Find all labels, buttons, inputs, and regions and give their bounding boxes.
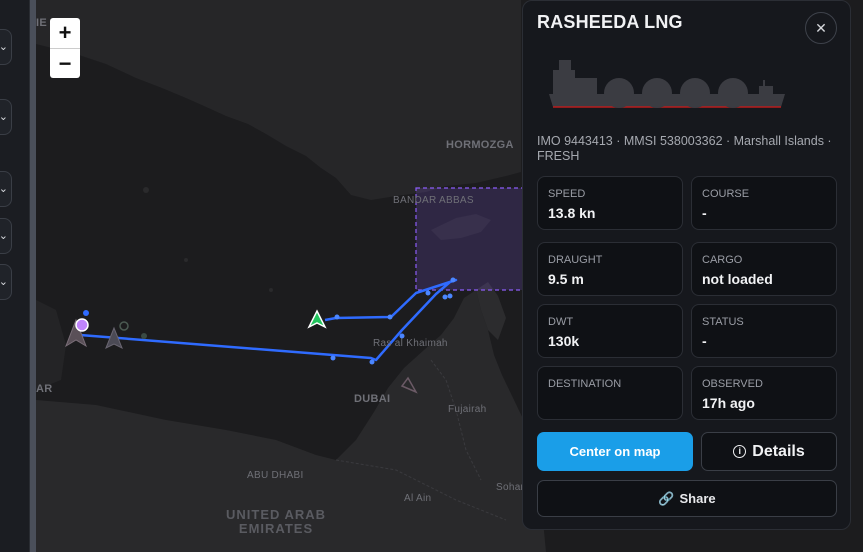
map-label-fujairah: Fujairah [448, 404, 487, 415]
field-card-course: COURSE - [691, 176, 837, 230]
island [184, 258, 188, 262]
field-label: SPEED [548, 188, 586, 200]
vessel-info-panel: RASHEEDA LNG ✕ IMO 9443413 · MMSI 538003… [522, 0, 851, 530]
close-button[interactable]: ✕ [805, 12, 837, 44]
field-value: 130k [548, 333, 580, 349]
left-sidebar: ⌄ ⌄ ⌄ ⌄ ⌄ [0, 0, 30, 552]
share-button[interactable]: 🔗 Share [537, 480, 837, 517]
close-icon: ✕ [815, 19, 827, 36]
details-label: Details [752, 442, 805, 460]
map-label-al-ain: Al Ain [404, 493, 432, 504]
field-value: not loaded [702, 271, 773, 287]
sidebar-dropdown-4[interactable]: ⌄ [0, 218, 12, 254]
field-label: COURSE [702, 188, 750, 200]
map-label-bandar-abbas: BANDAR ABBAS [393, 195, 474, 206]
field-card-cargo: CARGO not loaded [691, 242, 837, 296]
lng-carrier-silhouette [549, 60, 785, 108]
zoom-control: + − [50, 18, 80, 78]
sidebar-dropdown-1[interactable]: ⌄ [0, 29, 12, 65]
map-label-hormozgan: HORMOZGA [446, 139, 514, 151]
details-button[interactable]: i Details [701, 432, 837, 471]
field-label: STATUS [702, 316, 744, 328]
field-value: 17h ago [702, 395, 755, 411]
field-card-observed: OBSERVED 17h ago [691, 366, 837, 420]
chevron-down-icon: ⌄ [0, 111, 8, 123]
field-label: OBSERVED [702, 378, 763, 390]
vessel-identifiers: IMO 9443413 · MMSI 538003362 · Marshall … [537, 134, 832, 163]
track-point[interactable] [387, 314, 393, 320]
map-label-edge-ar: AR [36, 383, 53, 395]
field-label: DWT [548, 316, 574, 328]
cluster-marker-icon[interactable] [75, 318, 89, 332]
ship-marker-icon[interactable] [83, 310, 89, 316]
link-icon: 🔗 [658, 490, 675, 506]
field-label: CARGO [702, 254, 743, 266]
center-on-map-button[interactable]: Center on map [537, 432, 693, 471]
zoom-out-button[interactable]: − [50, 48, 80, 78]
field-value: - [702, 333, 707, 349]
island [143, 187, 149, 193]
track-point[interactable] [334, 314, 340, 320]
chevron-down-icon: ⌄ [0, 41, 8, 53]
field-value: 9.5 m [548, 271, 584, 287]
track-point[interactable] [369, 359, 375, 365]
field-value: - [702, 205, 707, 221]
field-card-draught: DRAUGHT 9.5 m [537, 242, 683, 296]
field-card-dwt: DWT 130k [537, 304, 683, 358]
map-label-ras-al-khaimah: Ras al Khaimah [373, 338, 448, 349]
sidebar-dropdown-5[interactable]: ⌄ [0, 264, 12, 300]
chevron-down-icon: ⌄ [0, 276, 8, 288]
field-card-destination: DESTINATION [537, 366, 683, 420]
track-point[interactable] [330, 355, 336, 361]
field-card-status: STATUS - [691, 304, 837, 358]
zoom-in-button[interactable]: + [50, 18, 80, 48]
map-label-uae: UNITED ARAB EMIRATES [226, 507, 327, 536]
track-point[interactable] [447, 293, 453, 299]
map-label-abu-dhabi: ABU DHABI [247, 470, 304, 481]
field-card-speed: SPEED 13.8 kn [537, 176, 683, 230]
vessel-name: RASHEEDA LNG [537, 12, 683, 32]
info-icon: i [733, 445, 747, 458]
chevron-down-icon: ⌄ [0, 230, 8, 242]
track-point[interactable] [450, 277, 456, 283]
share-label: Share [679, 491, 716, 506]
sidebar-dropdown-3[interactable]: ⌄ [0, 171, 12, 207]
map-label-dubai: DUBAI [354, 393, 391, 405]
ship-marker-icon[interactable] [141, 333, 147, 339]
field-label: DESTINATION [548, 378, 622, 390]
track-point[interactable] [425, 290, 431, 296]
field-value: 13.8 kn [548, 205, 596, 221]
track-point[interactable] [442, 294, 448, 300]
island [269, 288, 273, 292]
map-label-sohar: Sohar [496, 482, 525, 493]
chevron-down-icon: ⌄ [0, 183, 8, 195]
map-label-edge-ie: IE [36, 17, 47, 29]
sidebar-dropdown-2[interactable]: ⌄ [0, 99, 12, 135]
field-label: DRAUGHT [548, 254, 603, 266]
